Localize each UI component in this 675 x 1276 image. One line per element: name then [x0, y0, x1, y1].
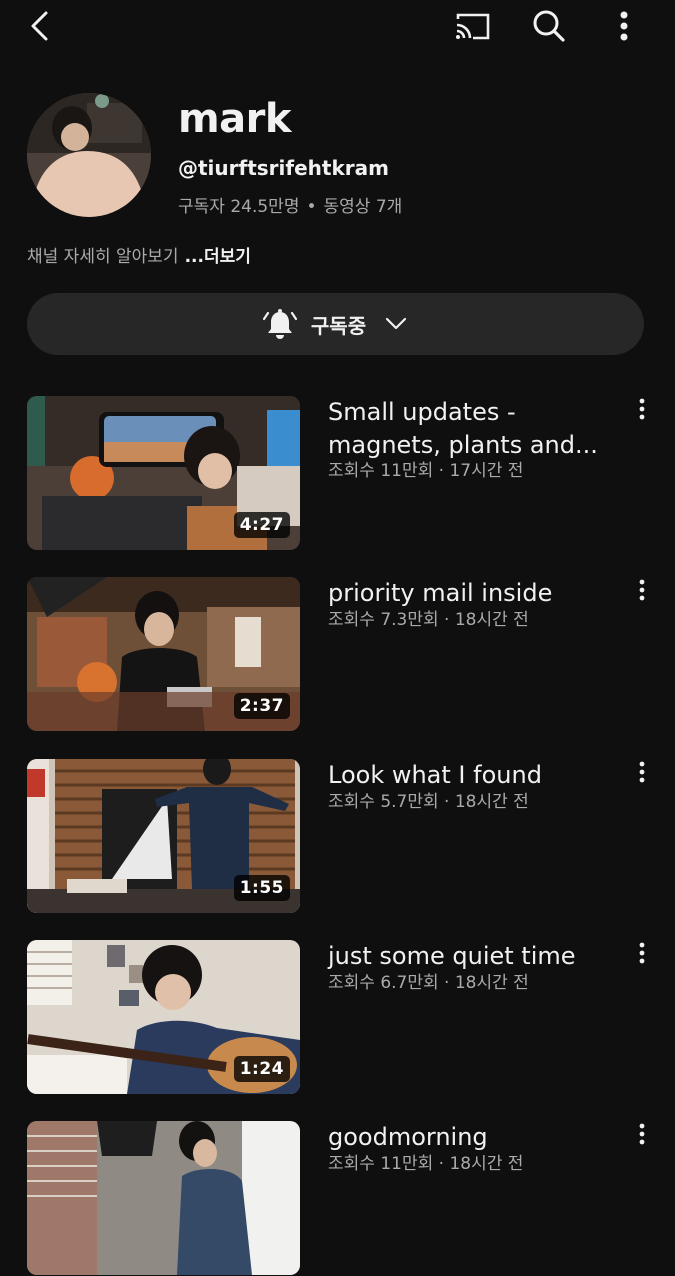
video-more-button[interactable] [627, 761, 657, 791]
more-vert-icon [620, 11, 628, 41]
more-vert-icon [639, 1123, 645, 1145]
video-thumbnail[interactable]: 1:24 [27, 940, 300, 1094]
cast-button[interactable] [451, 4, 495, 48]
video-more-button[interactable] [627, 942, 657, 972]
video-thumbnail[interactable]: 1:55 [27, 759, 300, 913]
channel-stats: 구독자 24.5만명 • 동영상 7개 [178, 192, 402, 217]
video-meta: 조회수 6.7만회 · 18시간 전 [328, 973, 529, 993]
video-meta: 조회수 7.3만회 · 18시간 전 [328, 610, 529, 630]
video-meta: 조회수 5.7만회 · 18시간 전 [328, 792, 529, 812]
video-count: 동영상 7개 [323, 197, 403, 217]
video-more-button[interactable] [627, 1123, 657, 1153]
video-meta: 조회수 11만회 · 17시간 전 [328, 461, 524, 481]
more-link[interactable]: ...더보기 [185, 247, 251, 267]
cast-icon [456, 13, 490, 40]
video-duration: 1:24 [233, 1056, 290, 1082]
video-thumbnail[interactable] [27, 1121, 300, 1275]
video-item[interactable]: 1:55 Look what I found 조회수 5.7만회 · 18시간 … [27, 759, 657, 914]
stats-separator: • [306, 197, 317, 217]
more-options-button[interactable] [602, 4, 646, 48]
more-vert-icon [639, 398, 645, 420]
channel-about[interactable]: 채널 자세히 알아보기 ...더보기 [27, 242, 251, 267]
video-title[interactable]: Small updates - magnets, plants and... [328, 396, 618, 462]
search-button[interactable] [527, 4, 571, 48]
video-duration: 2:37 [233, 693, 290, 719]
video-more-button[interactable] [627, 398, 657, 428]
channel-name: mark [178, 96, 292, 142]
more-vert-icon [639, 942, 645, 964]
video-item[interactable]: 1:24 just some quiet time 조회수 6.7만회 · 18… [27, 940, 657, 1095]
bell-icon [262, 309, 297, 339]
back-button[interactable] [18, 4, 62, 48]
chevron-down-icon [385, 317, 407, 330]
subscribed-label: 구독중 [310, 313, 367, 338]
top-app-bar [0, 0, 675, 50]
more-vert-icon [639, 579, 645, 601]
video-more-button[interactable] [627, 579, 657, 609]
video-thumbnail[interactable]: 4:27 [27, 396, 300, 550]
video-item[interactable]: 2:37 priority mail inside 조회수 7.3만회 · 18… [27, 577, 657, 732]
search-icon [533, 10, 565, 42]
subscribed-button[interactable]: 구독중 [27, 293, 644, 355]
about-text: 채널 자세히 알아보기 [27, 247, 179, 267]
video-meta: 조회수 11만회 · 18시간 전 [328, 1154, 524, 1174]
more-vert-icon [639, 761, 645, 783]
video-item[interactable]: 4:27 Small updates - magnets, plants and… [27, 396, 657, 551]
video-duration: 1:55 [233, 875, 290, 901]
channel-avatar[interactable] [27, 93, 151, 217]
subscriber-count: 구독자 24.5만명 [178, 197, 300, 217]
channel-handle: @tiurftsrifehtkram [178, 156, 389, 180]
video-duration: 4:27 [233, 512, 290, 538]
video-thumbnail[interactable]: 2:37 [27, 577, 300, 731]
thumbnail-image [27, 1121, 300, 1275]
back-arrow-icon [31, 11, 48, 41]
video-item[interactable]: goodmorning 조회수 11만회 · 18시간 전 [27, 1121, 657, 1276]
avatar-image [27, 93, 151, 217]
